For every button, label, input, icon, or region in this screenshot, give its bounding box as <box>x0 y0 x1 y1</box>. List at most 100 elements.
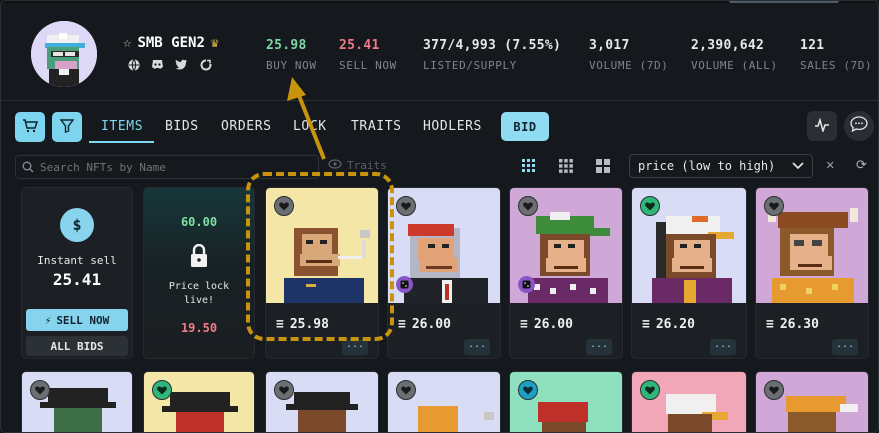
collection-header: ☆ SMB GEN2 ♛ 25.98 BUY NOW 25.41 SELL NO… <box>1 3 878 101</box>
stat-label: VOLUME (ALL) <box>691 59 778 72</box>
sort-select[interactable]: price (low to high) <box>629 154 813 178</box>
chat-icon <box>850 116 868 136</box>
listing-price: ≡ 26.00 <box>398 317 451 332</box>
active-tab-indicator <box>89 141 154 143</box>
nft-card[interactable]: ≡ 26.00 ... <box>509 187 623 359</box>
close-icon[interactable]: ✕ <box>826 157 834 173</box>
stat-label: SELL NOW <box>339 59 397 72</box>
more-options-button[interactable]: ... <box>586 339 612 355</box>
tab-lock[interactable]: LOCK <box>293 119 327 134</box>
more-options-button[interactable]: ... <box>832 339 858 355</box>
more-options-button[interactable]: ... <box>710 339 736 355</box>
refresh-icon[interactable]: ⟳ <box>856 158 867 173</box>
tab-traits[interactable]: TRAITS <box>351 119 402 134</box>
heart-icon[interactable] <box>640 380 660 400</box>
listing-price: ≡ 26.00 <box>520 317 573 332</box>
sell-now-label: SELL NOW <box>56 313 110 327</box>
nft-card[interactable]: ≡ 26.30 ... <box>755 187 869 359</box>
heart-icon[interactable] <box>396 196 416 216</box>
sol-icon: ≡ <box>766 317 774 332</box>
bid-button[interactable]: BID <box>501 112 549 141</box>
discord-icon[interactable] <box>151 58 164 71</box>
lock-icon <box>189 243 209 272</box>
grid-dense-icon[interactable] <box>521 158 537 174</box>
stat-value: 25.98 <box>266 38 307 53</box>
activity-icon <box>814 116 830 136</box>
nft-card[interactable]: ≡ 26.00 ... <box>387 187 501 359</box>
highlight-dashed-box <box>246 172 394 341</box>
more-options-button[interactable]: ... <box>342 339 368 355</box>
sol-icon: ≡ <box>642 317 650 332</box>
favorite-star-icon[interactable]: ☆ <box>123 35 131 51</box>
stat-value: 25.41 <box>339 38 380 53</box>
stat-value: 2,390,642 <box>691 38 765 53</box>
nft-card[interactable] <box>265 371 379 432</box>
app-frame: ☆ SMB GEN2 ♛ 25.98 BUY NOW 25.41 SELL NO… <box>0 0 879 433</box>
stat-sell-now: 25.41 SELL NOW <box>339 38 397 72</box>
globe-icon[interactable] <box>127 58 140 71</box>
price-lock-card[interactable]: 60.00 Price lock live! 19.50 <box>143 187 255 359</box>
grid-medium-icon[interactable] <box>558 158 574 174</box>
price-value: 26.00 <box>411 317 451 332</box>
instant-sell-label: Instant sell <box>37 254 117 267</box>
dollar-coin-icon: $ <box>60 208 94 242</box>
heart-icon[interactable] <box>274 380 294 400</box>
heart-icon[interactable] <box>396 380 416 400</box>
instant-sell-card: $ Instant sell 25.41 ⚡ SELL NOW ALL BIDS <box>21 187 133 359</box>
price-lock-line2: live! <box>183 295 215 306</box>
twitter-icon[interactable] <box>175 58 188 71</box>
listing-price: ≡ 26.20 <box>642 317 695 332</box>
stat-buy-now: 25.98 BUY NOW <box>266 38 317 72</box>
nft-card[interactable] <box>387 371 501 432</box>
collection-name-row: ☆ SMB GEN2 ♛ <box>123 35 219 51</box>
sell-now-button[interactable]: ⚡ SELL NOW <box>26 309 128 331</box>
stat-sales-7d: 121 SALES (7D) <box>800 38 872 72</box>
link-icon[interactable] <box>199 58 212 71</box>
heart-icon[interactable] <box>640 196 660 216</box>
price-value: 26.30 <box>779 317 819 332</box>
all-bids-button[interactable]: ALL BIDS <box>26 336 128 356</box>
activity-button[interactable] <box>807 111 837 141</box>
heart-icon[interactable] <box>152 380 172 400</box>
tab-orders[interactable]: ORDERS <box>221 119 272 134</box>
crown-icon: ♛ <box>210 35 219 51</box>
nft-card[interactable] <box>143 371 255 432</box>
collection-avatar <box>31 21 97 87</box>
nft-card[interactable]: ≡ 26.20 ... <box>631 187 747 359</box>
nft-card[interactable] <box>509 371 623 432</box>
stat-value: 377/4,993 (7.55%) <box>423 38 562 53</box>
filter-icon <box>59 118 75 137</box>
tab-hodlers[interactable]: HODLERS <box>423 119 482 134</box>
nft-card[interactable] <box>631 371 747 432</box>
heart-icon[interactable] <box>764 196 784 216</box>
nft-card[interactable] <box>755 371 869 432</box>
lock-top-price: 60.00 <box>180 215 218 229</box>
dice-badge-icon <box>518 276 535 293</box>
sol-icon: ≡ <box>520 317 528 332</box>
search-icon <box>22 158 34 177</box>
stat-label: SALES (7D) <box>800 59 873 72</box>
traits-filter[interactable]: Traits <box>328 159 387 172</box>
stat-label: VOLUME (7D) <box>589 59 669 72</box>
nft-card[interactable] <box>21 371 133 432</box>
sol-icon: ≡ <box>398 317 406 332</box>
sort-selected: price (low to high) <box>638 159 776 173</box>
stat-label: LISTED/SUPPLY <box>423 59 517 72</box>
cart-button[interactable] <box>15 112 45 142</box>
stat-value: 3,017 <box>589 38 630 53</box>
grid-large-icon[interactable] <box>595 158 611 174</box>
tab-bids[interactable]: BIDS <box>165 119 199 134</box>
heart-icon[interactable] <box>518 380 538 400</box>
collection-name: SMB GEN2 <box>137 35 205 51</box>
dice-badge-icon <box>396 276 413 293</box>
filter-button[interactable] <box>52 112 82 142</box>
chat-button[interactable] <box>844 111 874 141</box>
more-options-button[interactable]: ... <box>464 339 490 355</box>
heart-icon[interactable] <box>518 196 538 216</box>
heart-icon[interactable] <box>764 380 784 400</box>
heart-icon[interactable] <box>30 380 50 400</box>
tab-items[interactable]: ITEMS <box>101 119 143 134</box>
instant-sell-value: 25.41 <box>52 270 102 289</box>
price-value: 26.00 <box>533 317 573 332</box>
stat-volume-7d: 3,017 VOLUME (7D) <box>589 38 668 72</box>
